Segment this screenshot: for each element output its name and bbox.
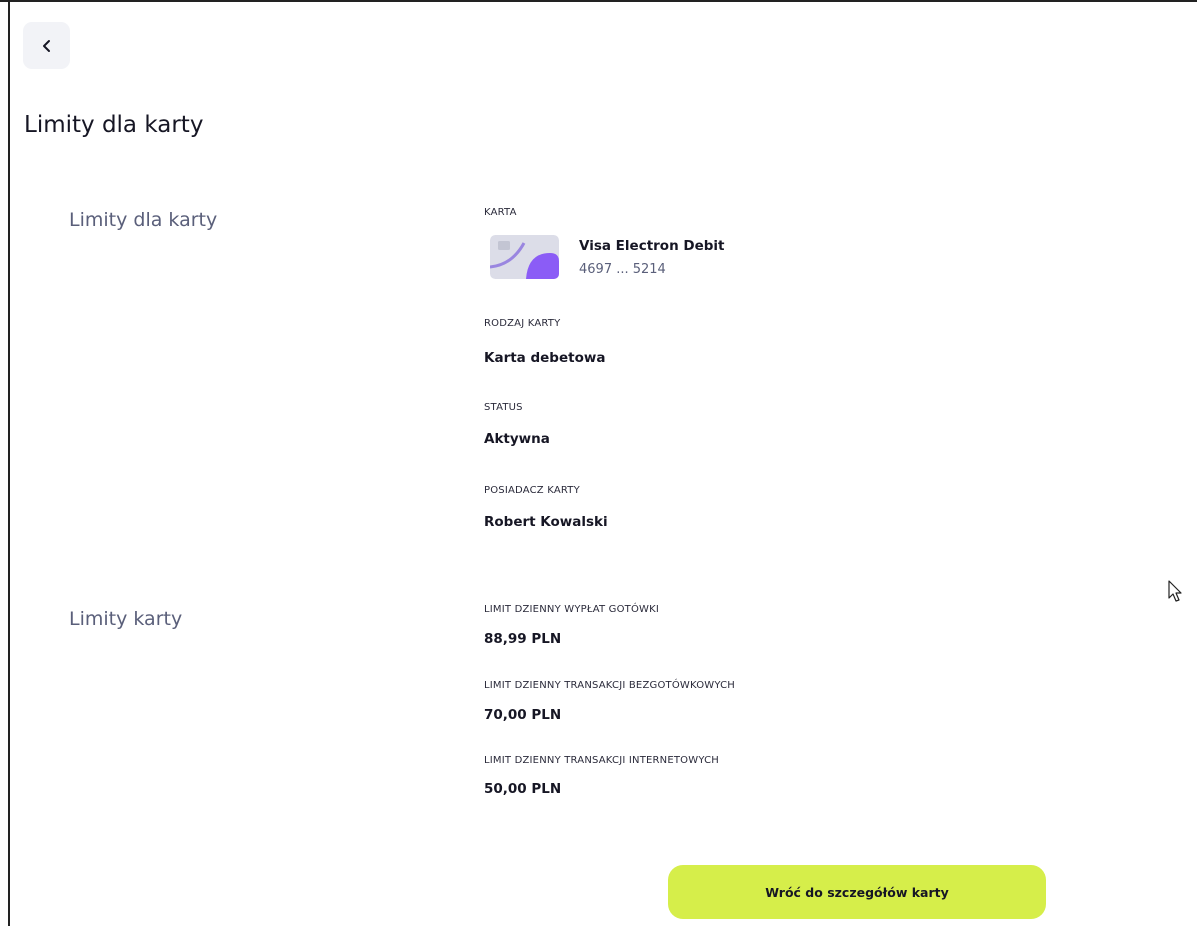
card-name: Visa Electron Debit bbox=[579, 238, 725, 254]
card-type-value: Karta debetowa bbox=[484, 350, 606, 366]
window-border-left bbox=[8, 0, 10, 926]
status-value: Aktywna bbox=[484, 431, 550, 447]
card-label: KARTA bbox=[484, 207, 517, 218]
window-border-top bbox=[0, 0, 1197, 2]
card-number: 4697 ... 5214 bbox=[579, 262, 666, 277]
mouse-cursor-icon bbox=[1168, 580, 1182, 602]
back-to-card-details-button[interactable]: Wróć do szczegółów karty bbox=[668, 865, 1046, 919]
chevron-left-icon bbox=[42, 39, 50, 52]
cashless-limit-label: LIMIT DZIENNY TRANSAKCJI BEZGOTÓWKOWYCH bbox=[484, 680, 736, 691]
internet-limit-label: LIMIT DZIENNY TRANSAKCJI INTERNETOWYCH bbox=[484, 755, 720, 766]
card-type-label: RODZAJ KARTY bbox=[484, 318, 561, 329]
cash-limit-value: 88,99 PLN bbox=[484, 631, 562, 647]
section-title-limits: Limity karty bbox=[69, 608, 183, 630]
status-label: STATUS bbox=[484, 402, 523, 413]
card-thumbnail bbox=[490, 235, 559, 279]
cashless-limit-value: 70,00 PLN bbox=[484, 707, 562, 723]
back-button[interactable] bbox=[23, 22, 70, 69]
section-title-card: Limity dla karty bbox=[69, 209, 218, 231]
cash-limit-label: LIMIT DZIENNY WYPŁAT GOTÓWKI bbox=[484, 604, 660, 615]
holder-label: POSIADACZ KARTY bbox=[484, 485, 580, 496]
internet-limit-value: 50,00 PLN bbox=[484, 781, 562, 797]
page-title: Limity dla karty bbox=[24, 112, 204, 138]
holder-value: Robert Kowalski bbox=[484, 514, 608, 530]
